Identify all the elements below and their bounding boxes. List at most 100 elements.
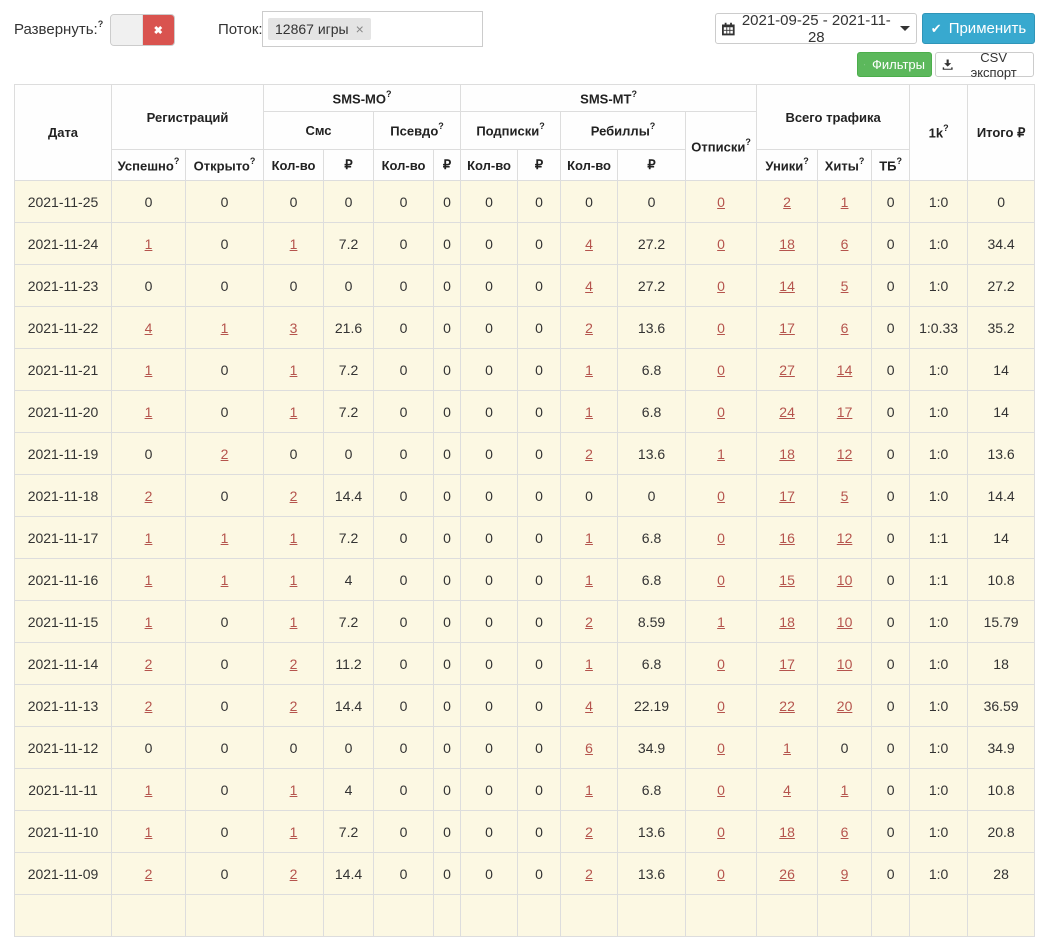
cell-link[interactable]: 1	[145, 362, 153, 378]
cell-link[interactable]: 18	[779, 614, 795, 630]
cell-link[interactable]: 2	[585, 320, 593, 336]
expand-toggle[interactable]: ✖	[110, 14, 175, 46]
cell-link[interactable]: 3	[290, 320, 298, 336]
cell-link[interactable]: 24	[779, 404, 795, 420]
cell-link[interactable]: 17	[779, 656, 795, 672]
cell-link[interactable]: 1	[145, 236, 153, 252]
cell-link[interactable]: 16	[779, 530, 795, 546]
cell-link[interactable]: 2	[145, 866, 153, 882]
cell-link[interactable]: 12	[837, 446, 853, 462]
cell-link[interactable]: 1	[290, 530, 298, 546]
cell-link[interactable]: 1	[145, 614, 153, 630]
cell-link[interactable]: 4	[585, 236, 593, 252]
cell-link[interactable]: 17	[837, 404, 853, 420]
cell-link[interactable]: 1	[585, 572, 593, 588]
cell-link[interactable]: 5	[841, 278, 849, 294]
cell-link[interactable]: 0	[717, 530, 725, 546]
cell-link[interactable]: 4	[585, 698, 593, 714]
cell-link[interactable]: 17	[779, 320, 795, 336]
cell-link[interactable]: 2	[145, 698, 153, 714]
cell-link[interactable]: 1	[221, 572, 229, 588]
cell-link[interactable]: 2	[221, 446, 229, 462]
cell-link[interactable]: 1	[290, 404, 298, 420]
cell-link[interactable]: 6	[841, 236, 849, 252]
date-range-button[interactable]: 2021-09-25 - 2021-11-28	[715, 12, 917, 46]
cell-link[interactable]: 0	[717, 320, 725, 336]
cell-link[interactable]: 1	[221, 320, 229, 336]
cell-link[interactable]: 20	[837, 698, 853, 714]
cell-link[interactable]: 1	[783, 740, 791, 756]
cell-link[interactable]: 1	[221, 530, 229, 546]
cell-link[interactable]: 17	[779, 488, 795, 504]
cell-link[interactable]: 1	[290, 782, 298, 798]
cell-link[interactable]: 1	[290, 614, 298, 630]
cell-link[interactable]: 4	[783, 782, 791, 798]
cell-link[interactable]: 0	[717, 824, 725, 840]
cell-link[interactable]: 10	[837, 656, 853, 672]
cell-link[interactable]: 0	[717, 866, 725, 882]
cell-link[interactable]: 1	[145, 824, 153, 840]
cell-link[interactable]: 4	[145, 320, 153, 336]
cell-link[interactable]: 2	[290, 866, 298, 882]
cell-link[interactable]: 18	[779, 236, 795, 252]
cell-link[interactable]: 1	[290, 572, 298, 588]
cell-link[interactable]: 1	[290, 362, 298, 378]
cell-link[interactable]: 0	[717, 572, 725, 588]
cell-link[interactable]: 1	[717, 446, 725, 462]
cell-link[interactable]: 0	[717, 698, 725, 714]
cell-link[interactable]: 2	[145, 656, 153, 672]
cell-link[interactable]: 1	[841, 194, 849, 210]
filters-button[interactable]: Фильтры	[857, 52, 932, 77]
csv-export-button[interactable]: CSV экспорт	[935, 50, 1034, 80]
cell-link[interactable]: 1	[585, 656, 593, 672]
cell-link[interactable]: 1	[145, 572, 153, 588]
cell-link[interactable]: 22	[779, 698, 795, 714]
cell-link[interactable]: 2	[585, 446, 593, 462]
cell-link[interactable]: 18	[779, 446, 795, 462]
cell-link[interactable]: 2	[783, 194, 791, 210]
cell-link[interactable]: 2	[290, 488, 298, 504]
cell-link[interactable]: 26	[779, 866, 795, 882]
cell-link[interactable]: 2	[290, 656, 298, 672]
cell-link[interactable]: 4	[585, 278, 593, 294]
cell-link[interactable]: 1	[290, 824, 298, 840]
cell-link[interactable]: 0	[717, 278, 725, 294]
cell-link[interactable]: 15	[779, 572, 795, 588]
cell-link[interactable]: 0	[717, 362, 725, 378]
cell-link[interactable]: 0	[717, 194, 725, 210]
cell-link[interactable]: 12	[837, 530, 853, 546]
cell-link[interactable]: 2	[585, 614, 593, 630]
tag-remove-icon[interactable]: ×	[356, 21, 364, 37]
cell-link[interactable]: 18	[779, 824, 795, 840]
cell-link[interactable]: 0	[717, 404, 725, 420]
cell-link[interactable]: 2	[585, 866, 593, 882]
apply-button[interactable]: ✔ Применить	[922, 13, 1035, 44]
cell-link[interactable]: 9	[841, 866, 849, 882]
cell-link[interactable]: 1	[841, 782, 849, 798]
cell-link[interactable]: 1	[145, 530, 153, 546]
cell-link[interactable]: 6	[841, 320, 849, 336]
cell-link[interactable]: 1	[717, 614, 725, 630]
cell-link[interactable]: 2	[290, 698, 298, 714]
cell-link[interactable]: 10	[837, 614, 853, 630]
cell-link[interactable]: 6	[841, 824, 849, 840]
cell-link[interactable]: 0	[717, 782, 725, 798]
cell-link[interactable]: 5	[841, 488, 849, 504]
cell-link[interactable]: 2	[145, 488, 153, 504]
cell-link[interactable]: 14	[779, 278, 795, 294]
flow-input[interactable]: 12867 игры ×	[262, 11, 483, 47]
cell-link[interactable]: 0	[717, 236, 725, 252]
cell-link[interactable]: 1	[585, 362, 593, 378]
cell-link[interactable]: 0	[717, 488, 725, 504]
cell-link[interactable]: 14	[837, 362, 853, 378]
cell-link[interactable]: 1	[145, 404, 153, 420]
cell-link[interactable]: 6	[585, 740, 593, 756]
cell-link[interactable]: 2	[585, 824, 593, 840]
cell-link[interactable]: 1	[145, 782, 153, 798]
cell-link[interactable]: 1	[585, 782, 593, 798]
cell-link[interactable]: 1	[585, 530, 593, 546]
cell-link[interactable]: 10	[837, 572, 853, 588]
cell-link[interactable]: 1	[585, 404, 593, 420]
cell-link[interactable]: 0	[717, 740, 725, 756]
cell-link[interactable]: 0	[717, 656, 725, 672]
